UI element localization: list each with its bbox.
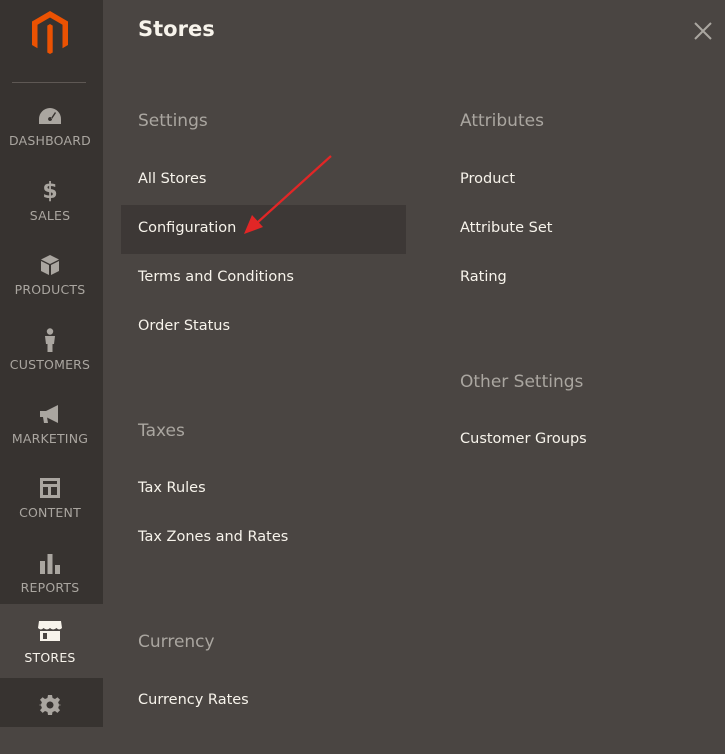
nav-label: REPORTS [20, 580, 80, 595]
speedometer-icon [0, 103, 100, 129]
nav-sales[interactable]: $ SALES [0, 168, 103, 242]
link-product[interactable]: Product [460, 171, 515, 187]
nav-marketing[interactable]: MARKETING [0, 391, 103, 465]
link-currency-rates[interactable]: Currency Rates [138, 692, 249, 708]
section-title-other-settings: Other Settings [460, 372, 584, 392]
nav-label: SALES [29, 208, 71, 223]
nav-reports[interactable]: REPORTS [0, 540, 103, 614]
person-icon [0, 327, 100, 353]
nav-label: CONTENT [19, 505, 81, 520]
link-tax-rules[interactable]: Tax Rules [138, 480, 206, 496]
link-tax-zones-and-rates[interactable]: Tax Zones and Rates [138, 529, 288, 545]
magento-logo[interactable] [28, 9, 72, 57]
bar-chart-icon [0, 550, 100, 576]
nav-label: MARKETING [11, 431, 89, 446]
layout-icon [0, 475, 100, 501]
admin-sidebar: DASHBOARD $ SALES PRODUCTS CUSTOMERS MAR… [0, 0, 103, 727]
link-customer-groups[interactable]: Customer Groups [460, 431, 587, 447]
section-title-currency: Currency [138, 632, 215, 652]
nav-system[interactable] [0, 680, 103, 754]
link-attribute-set[interactable]: Attribute Set [460, 220, 552, 236]
nav-dashboard[interactable]: DASHBOARD [0, 93, 103, 167]
megaphone-icon [0, 401, 100, 427]
nav-label: CUSTOMERS [9, 357, 91, 372]
section-title-taxes: Taxes [138, 421, 185, 441]
nav-products[interactable]: PRODUCTS [0, 242, 103, 316]
nav-content[interactable]: CONTENT [0, 465, 103, 539]
nav-stores[interactable]: STORES [0, 604, 103, 678]
link-all-stores[interactable]: All Stores [138, 171, 206, 187]
link-terms-and-conditions[interactable]: Terms and Conditions [138, 269, 294, 285]
nav-label: STORES [24, 650, 76, 665]
cube-icon [0, 252, 100, 278]
section-title-attributes: Attributes [460, 111, 544, 131]
storefront-icon [0, 618, 100, 644]
nav-label: DASHBOARD [9, 133, 91, 148]
link-configuration[interactable]: Configuration [138, 220, 236, 236]
link-order-status[interactable]: Order Status [138, 318, 230, 334]
gear-icon [0, 692, 100, 718]
annotation-arrow-icon [244, 155, 332, 234]
nav-label: PRODUCTS [14, 282, 86, 297]
section-title-settings: Settings [138, 111, 208, 131]
close-icon[interactable] [692, 20, 714, 42]
link-rating[interactable]: Rating [460, 269, 507, 285]
nav-customers[interactable]: CUSTOMERS [0, 317, 103, 391]
dollar-icon: $ [42, 178, 58, 204]
sidebar-divider [12, 82, 86, 83]
panel-title: Stores [138, 17, 215, 41]
